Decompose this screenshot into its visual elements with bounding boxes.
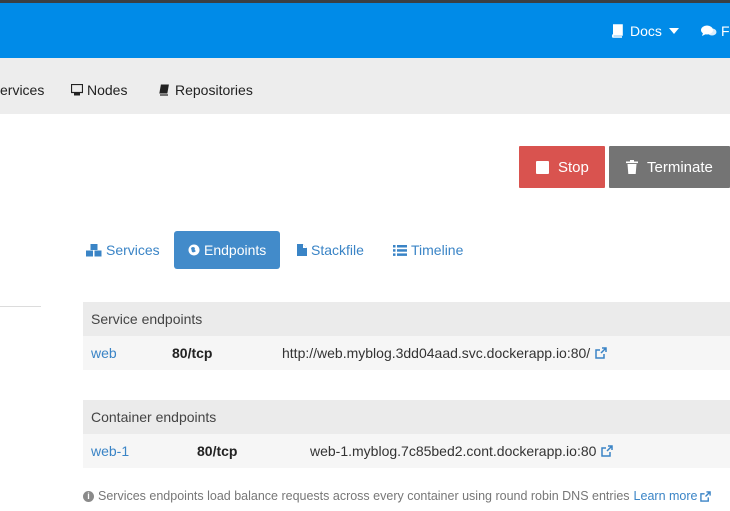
docs-menu[interactable]: Docs	[610, 23, 679, 39]
service-endpoints-panel: Service endpoints web 80/tcp http://web.…	[83, 302, 730, 370]
service-name-link[interactable]: web	[91, 345, 117, 361]
trash-icon	[626, 160, 638, 174]
book-icon	[610, 24, 624, 38]
globe-icon	[188, 244, 200, 256]
tab-endpoints[interactable]: Endpoints	[174, 231, 280, 269]
forum-label: F	[721, 23, 730, 39]
tab-timeline[interactable]: Timeline	[393, 231, 463, 269]
endpoint-url: http://web.myblog.3dd04aad.svc.dockerapp…	[282, 345, 607, 361]
tab-label: Endpoints	[204, 242, 267, 258]
container-endpoints-panel: Container endpoints web-1 80/tcp web-1.m…	[83, 400, 730, 468]
external-link-icon[interactable]	[595, 347, 607, 359]
server-icon	[71, 84, 83, 96]
terminate-button[interactable]: Terminate	[609, 146, 730, 188]
subnav-item-label: Nodes	[87, 82, 128, 98]
panel-title: Container endpoints	[83, 400, 730, 434]
table-row: web 80/tcp http://web.myblog.3dd04aad.sv…	[83, 336, 730, 370]
tab-label: Services	[106, 242, 160, 258]
list-icon	[393, 244, 407, 256]
subnav-item-label: ervices	[0, 82, 45, 98]
stop-button[interactable]: Stop	[519, 146, 605, 188]
endpoint-url: web-1.myblog.7c85bed2.cont.dockerapp.io:…	[310, 443, 614, 459]
book-icon	[159, 84, 170, 96]
footer-note-text: Services endpoints load balance requests…	[98, 489, 630, 503]
port-label: 80/tcp	[172, 345, 213, 361]
comments-icon	[701, 24, 717, 38]
panel-title: Service endpoints	[83, 302, 730, 336]
subnav-item-nodes[interactable]: Nodes	[71, 82, 127, 98]
sub-navbar: ervices Nodes Repositories	[0, 58, 730, 114]
stop-icon	[536, 160, 549, 174]
endpoint-url-text: web-1.myblog.7c85bed2.cont.dockerapp.io:…	[310, 443, 597, 459]
tab-services[interactable]: Services	[86, 231, 160, 269]
container-name-link[interactable]: web-1	[91, 443, 129, 459]
info-icon: i	[83, 490, 94, 502]
learn-more-link[interactable]: Learn more	[634, 489, 698, 503]
docs-label: Docs	[630, 23, 662, 39]
external-link-icon[interactable]	[601, 445, 614, 457]
cubes-icon	[86, 243, 102, 257]
footer-note: i Services endpoints load balance reques…	[83, 489, 712, 503]
divider	[0, 306, 41, 307]
file-icon	[297, 244, 307, 256]
forum-menu[interactable]: F	[701, 23, 730, 39]
stop-label: Stop	[558, 158, 589, 176]
port-label: 80/tcp	[197, 443, 238, 459]
terminate-label: Terminate	[647, 158, 713, 176]
tab-label: Timeline	[411, 242, 464, 258]
chevron-down-icon	[668, 28, 679, 34]
tab-label: Stackfile	[311, 242, 364, 258]
subnav-item-repositories[interactable]: Repositories	[159, 82, 253, 98]
external-link-icon[interactable]	[700, 490, 712, 502]
table-row: web-1 80/tcp web-1.myblog.7c85bed2.cont.…	[83, 434, 730, 468]
top-navbar: Docs F	[0, 3, 730, 58]
subnav-item-label: Repositories	[175, 82, 253, 98]
tab-stackfile[interactable]: Stackfile	[297, 231, 364, 269]
endpoint-url-text: http://web.myblog.3dd04aad.svc.dockerapp…	[282, 345, 591, 361]
subnav-item-services[interactable]: ervices	[0, 82, 44, 98]
